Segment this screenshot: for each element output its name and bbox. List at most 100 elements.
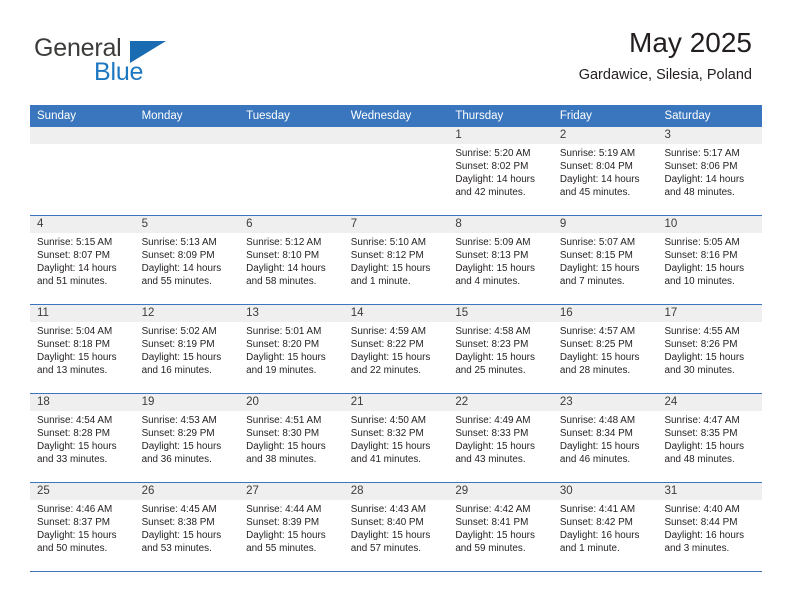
day-cell[interactable]: 22 Sunrise: 4:49 AM Sunset: 8:33 PM Dayligh…	[448, 394, 553, 482]
daylight-text-line1: Daylight: 15 hours	[350, 530, 431, 542]
day-cell[interactable]: 20 Sunrise: 4:51 AM Sunset: 8:30 PM Dayligh…	[239, 394, 344, 482]
weekday-header-sunday: Sunday	[37, 110, 77, 122]
week-row: 18 Sunrise: 4:54 AM Sunset: 8:28 PM Dayligh…	[30, 394, 763, 483]
day-sun-info: Sunrise: 4:46 AM Sunset: 8:37 PM Daylight:…	[30, 500, 135, 555]
week-row: 1 Sunrise: 5:20 AM Sunset: 8:02 PM Daylight…	[30, 127, 763, 216]
daylight-text-line1: Daylight: 15 hours	[664, 263, 745, 275]
day-cell[interactable]: 8 Sunrise: 5:09 AM Sunset: 8:13 PM Daylight…	[448, 216, 553, 304]
sunrise-text: Sunrise: 5:13 AM	[141, 237, 217, 248]
daylight-text-line1: Daylight: 14 hours	[37, 263, 117, 275]
daylight-text-line1: Daylight: 15 hours	[141, 530, 222, 542]
day-cell[interactable]: 10 Sunrise: 5:05 AM Sunset: 8:16 PM Dayligh…	[657, 216, 763, 304]
sunrise-text: Sunrise: 4:44 AM	[246, 504, 322, 515]
day-cell[interactable]: 1 Sunrise: 5:20 AM Sunset: 8:02 PM Daylight…	[448, 127, 553, 215]
day-cell[interactable]: 26 Sunrise: 4:45 AM Sunset: 8:38 PM Dayligh…	[134, 483, 240, 571]
daylight-text-line1: Daylight: 14 hours	[141, 263, 222, 275]
day-cell[interactable]: 31 Sunrise: 4:40 AM Sunset: 8:44 PM Dayligh…	[657, 483, 763, 571]
day-cell-empty	[239, 127, 344, 215]
day-cell[interactable]: 16 Sunrise: 4:57 AM Sunset: 8:25 PM Dayligh…	[552, 305, 658, 393]
general-blue-logo[interactable]: General Blue	[34, 34, 244, 92]
day-cell[interactable]: 12 Sunrise: 5:02 AM Sunset: 8:19 PM Dayligh…	[134, 305, 240, 393]
daylight-text-line2: and 7 minutes.	[559, 276, 625, 288]
day-cell[interactable]: 30 Sunrise: 4:41 AM Sunset: 8:42 PM Dayligh…	[552, 483, 658, 571]
day-number: 8	[448, 216, 553, 233]
sunrise-text: Sunrise: 5:19 AM	[559, 148, 636, 159]
sunset-text: Sunset: 8:35 PM	[664, 428, 738, 440]
day-cell[interactable]: 21 Sunrise: 4:50 AM Sunset: 8:32 PM Dayligh…	[343, 394, 449, 482]
daylight-text-line2: and 43 minutes.	[455, 454, 526, 466]
sunrise-text: Sunrise: 5:04 AM	[37, 326, 113, 337]
day-number: 6	[239, 216, 344, 233]
day-cell[interactable]: 2 Sunrise: 5:19 AM Sunset: 8:04 PM Daylight…	[552, 127, 658, 215]
day-cell[interactable]: 9 Sunrise: 5:07 AM Sunset: 8:15 PM Daylight…	[552, 216, 658, 304]
daylight-text-line2: and 19 minutes.	[246, 365, 317, 377]
day-cell[interactable]: 3 Sunrise: 5:17 AM Sunset: 8:06 PM Daylight…	[657, 127, 763, 215]
sunrise-text: Sunrise: 4:50 AM	[350, 415, 426, 426]
day-cell[interactable]: 28 Sunrise: 4:43 AM Sunset: 8:40 PM Dayligh…	[343, 483, 449, 571]
sunset-text: Sunset: 8:37 PM	[37, 517, 111, 529]
sunrise-text: Sunrise: 5:01 AM	[246, 326, 322, 337]
sunrise-text: Sunrise: 4:45 AM	[141, 504, 217, 515]
day-cell[interactable]: 17 Sunrise: 4:55 AM Sunset: 8:26 PM Dayligh…	[657, 305, 763, 393]
sunset-text: Sunset: 8:02 PM	[455, 161, 529, 173]
day-cell[interactable]: 7 Sunrise: 5:10 AM Sunset: 8:12 PM Daylight…	[343, 216, 449, 304]
daylight-text-line2: and 33 minutes.	[37, 454, 108, 466]
day-sun-info: Sunrise: 5:15 AM Sunset: 8:07 PM Daylight:…	[30, 233, 135, 288]
day-number: 24	[657, 394, 763, 411]
day-number: 5	[134, 216, 240, 233]
day-sun-info: Sunrise: 5:10 AM Sunset: 8:12 PM Daylight:…	[344, 233, 449, 288]
daylight-text-line2: and 13 minutes.	[37, 365, 108, 377]
day-sun-info: Sunrise: 4:51 AM Sunset: 8:30 PM Daylight:…	[239, 411, 344, 466]
daylight-text-line1: Daylight: 14 hours	[246, 263, 326, 275]
day-cell[interactable]: 25 Sunrise: 4:46 AM Sunset: 8:37 PM Dayligh…	[30, 483, 135, 571]
sunset-text: Sunset: 8:19 PM	[141, 339, 215, 351]
daylight-text-line2: and 10 minutes.	[664, 276, 735, 288]
daylight-text-line2: and 1 minute.	[559, 543, 620, 555]
daylight-text-line2: and 38 minutes.	[246, 454, 317, 466]
day-cell[interactable]: 13 Sunrise: 5:01 AM Sunset: 8:20 PM Dayligh…	[239, 305, 344, 393]
daylight-text-line2: and 53 minutes.	[141, 543, 212, 555]
sunrise-text: Sunrise: 4:58 AM	[455, 326, 531, 337]
day-cell[interactable]: 6 Sunrise: 5:12 AM Sunset: 8:10 PM Daylight…	[239, 216, 344, 304]
daylight-text-line1: Daylight: 15 hours	[350, 441, 431, 453]
sunrise-text: Sunrise: 4:42 AM	[455, 504, 531, 515]
daylight-text-line1: Daylight: 15 hours	[37, 441, 117, 453]
day-number: 26	[134, 483, 240, 500]
day-cell[interactable]: 27 Sunrise: 4:44 AM Sunset: 8:39 PM Dayligh…	[239, 483, 344, 571]
day-cell[interactable]: 24 Sunrise: 4:47 AM Sunset: 8:35 PM Dayligh…	[657, 394, 763, 482]
week-row: 4 Sunrise: 5:15 AM Sunset: 8:07 PM Daylight…	[30, 216, 763, 305]
daylight-text-line1: Daylight: 15 hours	[559, 441, 640, 453]
day-cell[interactable]: 29 Sunrise: 4:42 AM Sunset: 8:41 PM Dayligh…	[448, 483, 553, 571]
day-number: 25	[30, 483, 135, 500]
day-number: 27	[239, 483, 344, 500]
day-number: 14	[343, 305, 449, 322]
daylight-text-line2: and 41 minutes.	[350, 454, 422, 466]
day-cell[interactable]: 5 Sunrise: 5:13 AM Sunset: 8:09 PM Daylight…	[134, 216, 240, 304]
day-sun-info: Sunrise: 4:48 AM Sunset: 8:34 PM Daylight:…	[553, 411, 658, 466]
day-cell[interactable]: 23 Sunrise: 4:48 AM Sunset: 8:34 PM Dayligh…	[552, 394, 658, 482]
day-cell[interactable]: 15 Sunrise: 4:58 AM Sunset: 8:23 PM Dayligh…	[448, 305, 553, 393]
daylight-text-line2: and 51 minutes.	[37, 276, 108, 288]
title-block: May 2025 Gardawice, Silesia, Poland	[579, 26, 752, 86]
daylight-text-line1: Daylight: 14 hours	[559, 174, 640, 186]
daylight-text-line1: Daylight: 15 hours	[455, 530, 535, 542]
day-cell[interactable]: 11 Sunrise: 5:04 AM Sunset: 8:18 PM Dayligh…	[30, 305, 135, 393]
weekday-header-thursday: Thursday	[455, 110, 504, 122]
sunrise-text: Sunrise: 5:10 AM	[350, 237, 426, 248]
sunrise-text: Sunrise: 5:09 AM	[455, 237, 531, 248]
day-number: 7	[343, 216, 449, 233]
sunrise-text: Sunrise: 4:43 AM	[350, 504, 426, 515]
day-cell[interactable]: 19 Sunrise: 4:53 AM Sunset: 8:29 PM Dayligh…	[134, 394, 240, 482]
daylight-text-line1: Daylight: 14 hours	[455, 174, 535, 186]
day-cell[interactable]: 14 Sunrise: 4:59 AM Sunset: 8:22 PM Dayligh…	[343, 305, 449, 393]
daylight-text-line1: Daylight: 15 hours	[246, 441, 326, 453]
weeks-container: 1 Sunrise: 5:20 AM Sunset: 8:02 PM Daylight…	[30, 127, 763, 572]
daylight-text-line2: and 50 minutes.	[37, 543, 108, 555]
daylight-text-line2: and 4 minutes.	[455, 276, 521, 288]
day-cell[interactable]: 4 Sunrise: 5:15 AM Sunset: 8:07 PM Daylight…	[30, 216, 135, 304]
daylight-text-line2: and 3 minutes.	[664, 543, 730, 555]
daylight-text-line1: Daylight: 15 hours	[246, 352, 326, 364]
day-cell[interactable]: 18 Sunrise: 4:54 AM Sunset: 8:28 PM Dayligh…	[30, 394, 135, 482]
sunset-text: Sunset: 8:29 PM	[141, 428, 215, 440]
sunset-text: Sunset: 8:30 PM	[246, 428, 320, 440]
